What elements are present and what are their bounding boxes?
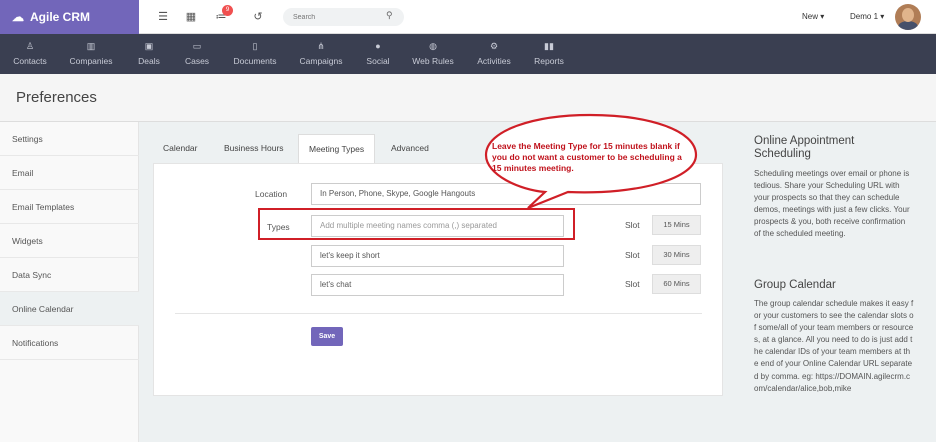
nav-label: Companies <box>69 56 113 66</box>
nav-activities[interactable]: ⚙ Activities <box>474 34 514 74</box>
nav-documents[interactable]: ▯ Documents <box>229 34 281 74</box>
nav-label: Campaigns <box>299 56 343 66</box>
menu-item-email-templates[interactable]: Email Templates <box>0 190 139 224</box>
tab-advanced[interactable]: Advanced <box>391 134 429 163</box>
brand-logo[interactable]: ☁ Agile CRM <box>0 0 139 34</box>
nav-label: Web Rules <box>412 56 454 66</box>
nav-label: Documents <box>233 56 277 66</box>
globe-icon: ◍ <box>429 41 437 51</box>
page-header: Preferences <box>0 74 936 122</box>
types-highlight-box <box>258 208 575 240</box>
search-icon[interactable]: ⚲ <box>386 10 393 21</box>
nav-label: Activities <box>477 56 511 66</box>
slot-label: Slot <box>625 279 640 289</box>
calendar-icon[interactable]: ▦ <box>184 10 198 24</box>
help-body-scheduling: Scheduling meetings over email or phone … <box>754 169 910 239</box>
help-title-scheduling: Online Appointment Scheduling <box>754 135 855 160</box>
preferences-menu: Settings Email Email Templates Widgets D… <box>0 122 139 442</box>
location-field[interactable]: In Person, Phone, Skype, Google Hangouts <box>311 183 701 205</box>
nav-web-rules[interactable]: ◍ Web Rules <box>411 34 455 74</box>
save-button[interactable]: Save <box>311 327 343 346</box>
building-icon: ▥ <box>86 41 96 51</box>
nav-label: Cases <box>184 56 210 66</box>
tab-calendar[interactable]: Calendar <box>163 134 198 163</box>
nav-companies[interactable]: ▥ Companies <box>66 34 116 74</box>
menu-item-notifications[interactable]: Notifications <box>0 326 139 360</box>
menu-item-widgets[interactable]: Widgets <box>0 224 139 258</box>
nav-label: Contacts <box>13 56 47 66</box>
folder-icon: ▭ <box>192 41 202 51</box>
slot-label: Slot <box>625 220 640 230</box>
gears-icon: ⚙ <box>489 41 499 51</box>
nav-contacts[interactable]: ♙ Contacts <box>10 34 50 74</box>
menu-item-email[interactable]: Email <box>0 156 139 190</box>
bar-chart-icon: ▮▮ <box>544 41 554 51</box>
slot-label: Slot <box>625 250 640 260</box>
slot-value-30: 30 Mins <box>652 245 701 265</box>
history-icon[interactable]: ↺ <box>251 10 265 24</box>
money-icon: ▣ <box>144 41 154 51</box>
menu-item-online-calendar[interactable]: Online Calendar <box>0 292 139 326</box>
meeting-type-60-field[interactable]: let's chat <box>311 274 564 296</box>
nav-label: Social <box>366 56 390 66</box>
slot-value-15: 15 Mins <box>652 215 701 235</box>
nav-campaigns[interactable]: ⋔ Campaigns <box>296 34 346 74</box>
list-icon[interactable]: ☰ <box>156 10 170 24</box>
brand-name: Agile CRM <box>30 10 90 24</box>
menu-item-settings[interactable]: Settings <box>0 122 139 156</box>
file-icon: ▯ <box>252 41 258 51</box>
help-panel: Online Appointment Scheduling Scheduling… <box>738 122 936 442</box>
slot-value-60: 60 Mins <box>652 274 701 294</box>
sitemap-icon: ⋔ <box>317 41 325 51</box>
tab-meeting-types[interactable]: Meeting Types <box>298 134 376 163</box>
nav-label: Deals <box>138 56 160 66</box>
help-title-group-calendar: Group Calendar <box>754 279 836 291</box>
callout-text: Leave the Meeting Type for 15 minutes bl… <box>492 141 682 173</box>
nav-cases[interactable]: ▭ Cases <box>182 34 212 74</box>
nav-reports[interactable]: ▮▮ Reports <box>532 34 566 74</box>
avatar[interactable] <box>895 4 921 30</box>
menu-item-data-sync[interactable]: Data Sync <box>0 258 139 292</box>
comments-icon: ● <box>375 41 381 51</box>
tab-business-hours[interactable]: Business Hours <box>224 134 284 163</box>
form-divider <box>175 313 702 314</box>
main-nav: ♙ Contacts ▥ Companies ▣ Deals ▭ Cases ▯… <box>0 34 936 74</box>
nav-deals[interactable]: ▣ Deals <box>134 34 164 74</box>
page-title: Preferences <box>16 89 97 106</box>
notification-badge: 9 <box>222 5 233 16</box>
help-body-group-calendar: The group calendar schedule makes it eas… <box>754 299 914 393</box>
nav-label: Reports <box>534 56 564 66</box>
cloud-icon: ☁ <box>12 10 24 24</box>
user-icon: ♙ <box>25 41 35 51</box>
new-dropdown[interactable]: New ▾ <box>802 12 824 21</box>
user-menu[interactable]: Demo 1 ▾ <box>850 12 884 21</box>
top-bar: ☁ Agile CRM ☰ ▦ ≔ 9 ↺ ⚲ New ▾ Demo 1 ▾ <box>0 0 936 34</box>
nav-social[interactable]: ● Social <box>363 34 393 74</box>
location-label: Location <box>255 189 288 199</box>
meeting-type-30-field[interactable]: let's keep it short <box>311 245 564 267</box>
